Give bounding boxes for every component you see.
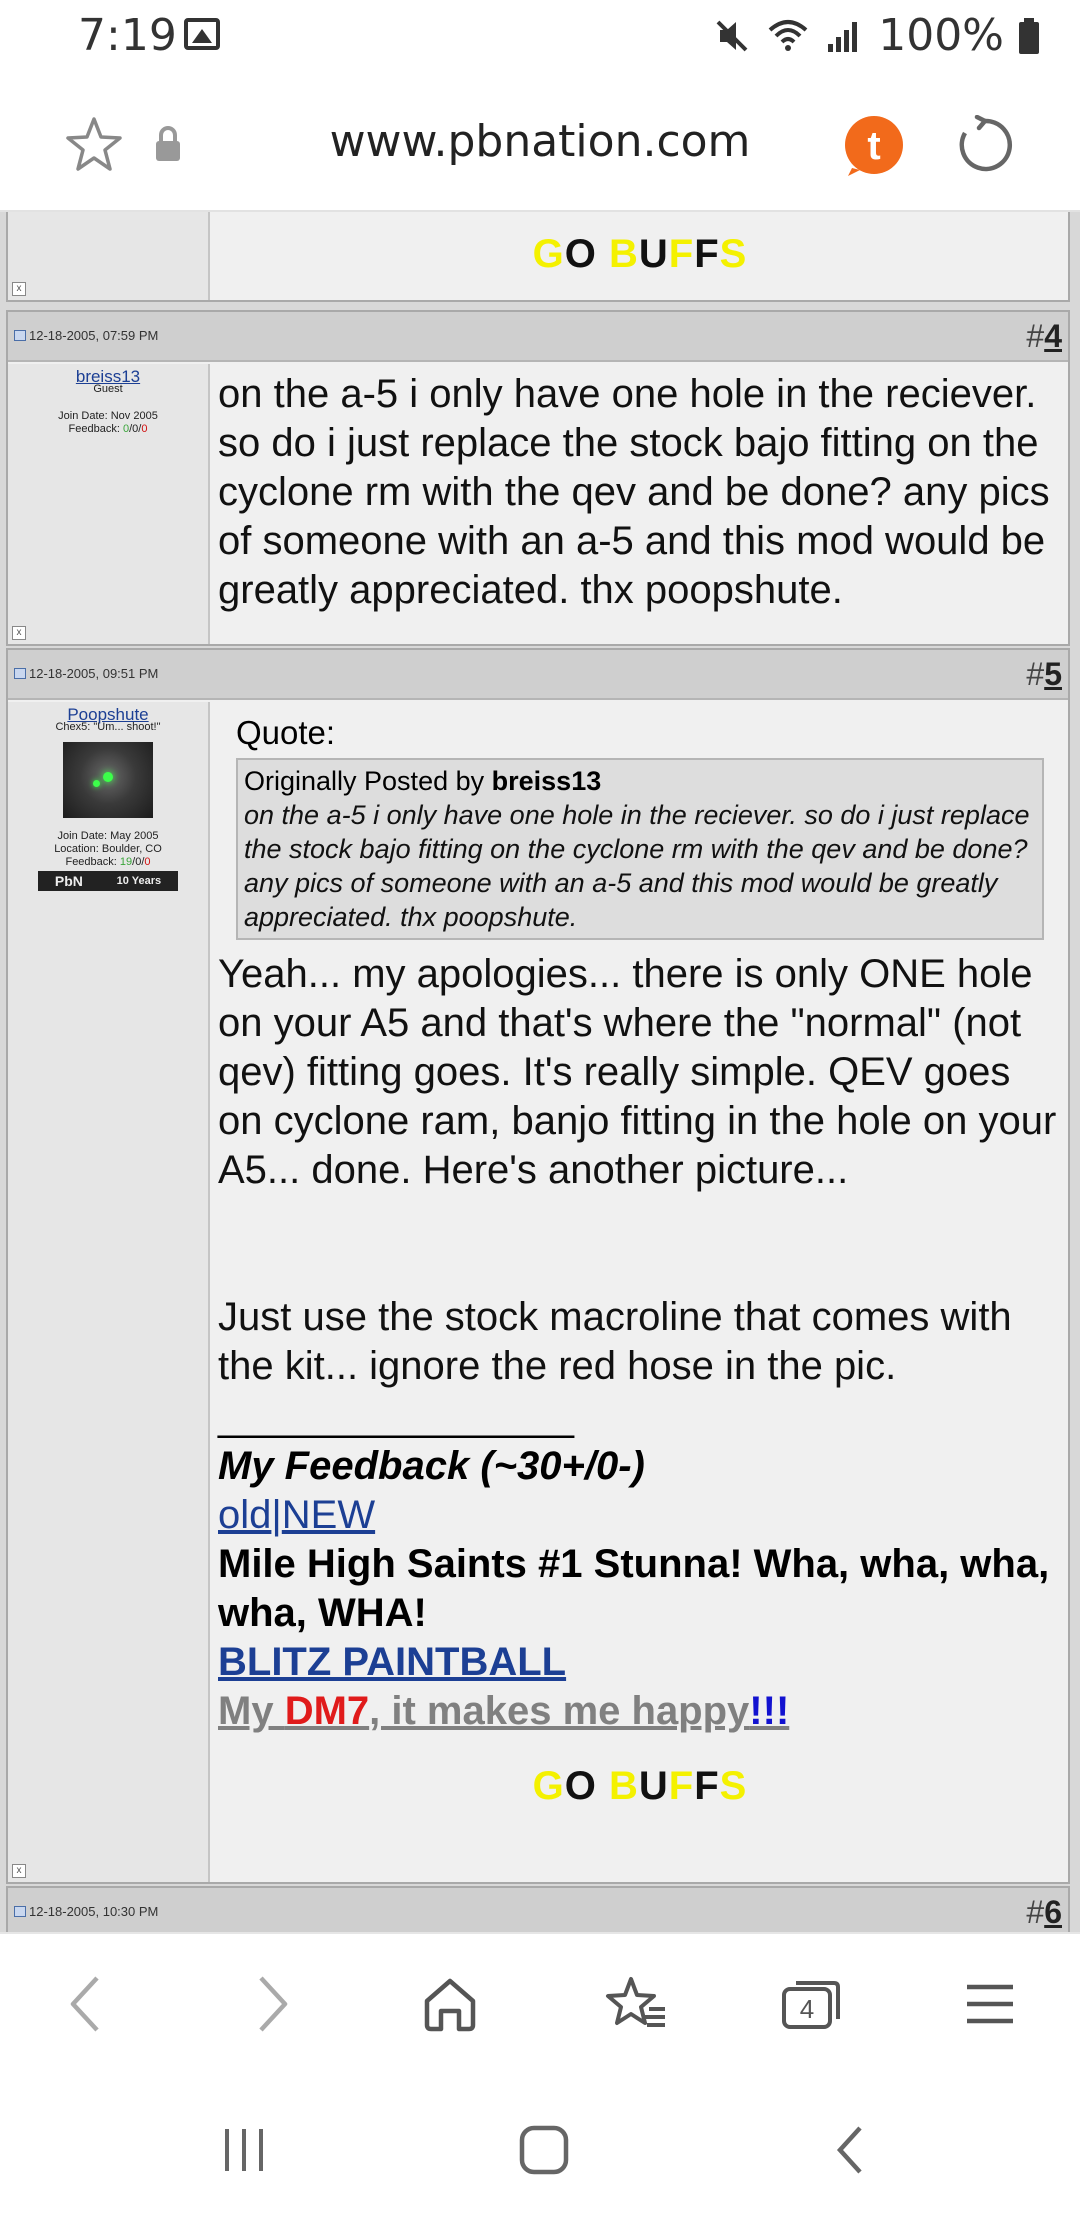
post-body-1: Yeah... my apologies... there is only ON… <box>218 952 1057 1192</box>
quote-text: on the a-5 i only have one hole in the r… <box>244 800 1030 932</box>
go-buffs-signature: GO BUFFS <box>532 232 748 276</box>
collapse-icon[interactable]: x <box>12 1864 26 1878</box>
hamburger-menu-icon <box>967 1984 1013 2024</box>
recent-apps-button[interactable] <box>214 2120 274 2180</box>
pbn-10-years-badge: PbN 10 Years <box>38 871 178 891</box>
post-date: 12-18-2005, 10:30 PM <box>14 1904 158 1919</box>
gallery-notification-icon <box>184 18 220 50</box>
wifi-icon <box>768 19 808 51</box>
back-button[interactable] <box>46 1964 126 2044</box>
status-bar: 7:19 100% <box>0 0 1080 72</box>
previous-post: GO BUFFS x <box>6 212 1070 302</box>
post-body-2: Just use the stock macroline that comes … <box>218 1295 1012 1388</box>
old-feedback-link[interactable]: old <box>218 1493 271 1537</box>
post-5: 12-18-2005, 09:51 PM #5 Poopshute Chex5:… <box>6 648 1070 1884</box>
tabs-count: 4 <box>800 1994 814 2024</box>
join-date: Join Date: Nov 2005 <box>58 410 158 422</box>
post-number[interactable]: #4 <box>1026 318 1062 355</box>
user-title: Chex5: "Um... shoot!" <box>55 721 161 733</box>
feedback: Feedback: 0/0/0 <box>68 423 148 435</box>
forward-button[interactable] <box>232 1964 312 2044</box>
home-button[interactable] <box>410 1964 490 2044</box>
signature-rule: ________________ <box>218 1395 574 1439</box>
signature-saints: Mile High Saints #1 Stunna! Wha, wha, wh… <box>218 1542 1050 1635</box>
quote-box: Originally Posted by breiss13 on the a-5… <box>236 758 1044 940</box>
post-message: Quote: Originally Posted by breiss13 on … <box>212 702 1068 1882</box>
browser-toolbar: 4 <box>0 1932 1080 2072</box>
back-chevron-icon <box>836 2126 862 2174</box>
battery-percent: 100% <box>878 10 1004 61</box>
blitz-paintball-link[interactable]: BLITZ PAINTBALL <box>218 1638 1062 1687</box>
join-date: Join Date: May 2005 <box>57 830 159 842</box>
avatar <box>63 742 153 818</box>
go-buffs-signature: GO BUFFS <box>532 1764 748 1808</box>
home-icon <box>424 1978 476 2032</box>
signature-dm7-link[interactable]: My DM7, it makes me happy!!! <box>218 1687 1062 1736</box>
location: Location: Boulder, CO <box>54 843 162 855</box>
svg-text:t: t <box>867 124 880 168</box>
signal-icon <box>828 21 858 52</box>
tabs-button[interactable]: 4 <box>771 1964 851 2044</box>
url-address[interactable]: www.pbnation.com <box>0 116 1080 167</box>
collapse-icon[interactable]: x <box>12 626 26 640</box>
post-icon <box>14 668 26 679</box>
post-date: 12-18-2005, 07:59 PM <box>14 328 158 343</box>
back-nav-button[interactable] <box>820 2120 880 2180</box>
reload-button[interactable] <box>952 112 1018 178</box>
user-sidebar: breiss13 Guest Join Date: Nov 2005 Feedb… <box>8 364 210 644</box>
browser-url-bar: www.pbnation.com t <box>0 72 1080 212</box>
status-time: 7:19 <box>78 10 177 61</box>
post-date: 12-18-2005, 09:51 PM <box>14 666 158 681</box>
extension-t-button[interactable]: t <box>842 114 906 178</box>
post-header: 12-18-2005, 10:30 PM #6 <box>8 1888 1068 1932</box>
post-icon <box>14 1906 26 1917</box>
bookmarks-star-icon <box>606 1977 665 2027</box>
signature-links: old|NEW <box>218 1493 376 1537</box>
forward-arrow-icon <box>259 1976 288 2032</box>
battery-icon <box>1019 17 1039 54</box>
mute-icon <box>716 20 748 51</box>
t-extension-icon: t <box>845 116 903 176</box>
status-icons: 100% <box>712 10 1040 61</box>
user-title: Guest <box>93 383 123 395</box>
post-6: 12-18-2005, 10:30 PM #6 <box>6 1886 1070 1932</box>
reload-icon <box>959 115 1012 172</box>
post-message: on the a-5 i only have one hole in the r… <box>212 364 1068 644</box>
post-body: on the a-5 i only have one hole in the r… <box>218 372 1050 612</box>
tabs-icon: 4 <box>782 1981 840 2029</box>
recent-apps-icon <box>225 2129 263 2171</box>
menu-button[interactable] <box>950 1964 1030 2044</box>
previous-post-userside <box>8 212 210 300</box>
bookmarks-button[interactable] <box>596 1964 676 2044</box>
post-4: 12-18-2005, 07:59 PM #4 breiss13 Guest J… <box>6 310 1070 646</box>
post-number[interactable]: #5 <box>1026 656 1062 693</box>
page-viewport[interactable]: GO BUFFS x 12-18-2005, 07:59 PM #4 breis… <box>0 212 1080 1932</box>
system-nav-bar <box>0 2072 1080 2220</box>
post-number[interactable]: #6 <box>1026 1894 1062 1931</box>
post-header: 12-18-2005, 09:51 PM #5 <box>8 650 1068 700</box>
home-nav-button[interactable] <box>514 2120 574 2180</box>
username-link[interactable]: Poopshute <box>8 706 208 723</box>
feedback: Feedback: 19/0/0 <box>65 856 151 868</box>
collapse-icon[interactable]: x <box>12 282 26 296</box>
quote-label: Quote: <box>236 714 336 751</box>
signature-feedback: My Feedback (~30+/0-) <box>218 1444 645 1488</box>
user-sidebar: Poopshute Chex5: "Um... shoot!" Join Dat… <box>8 702 210 1882</box>
quote-author: breiss13 <box>491 766 602 796</box>
post-header: 12-18-2005, 07:59 PM #4 <box>8 312 1068 362</box>
image-spacer <box>218 1195 1062 1293</box>
back-arrow-icon <box>70 1976 99 2032</box>
new-feedback-link[interactable]: NEW <box>282 1493 375 1537</box>
username-link[interactable]: breiss13 <box>8 368 208 385</box>
post-icon <box>14 330 26 341</box>
home-square-icon <box>519 2125 569 2175</box>
